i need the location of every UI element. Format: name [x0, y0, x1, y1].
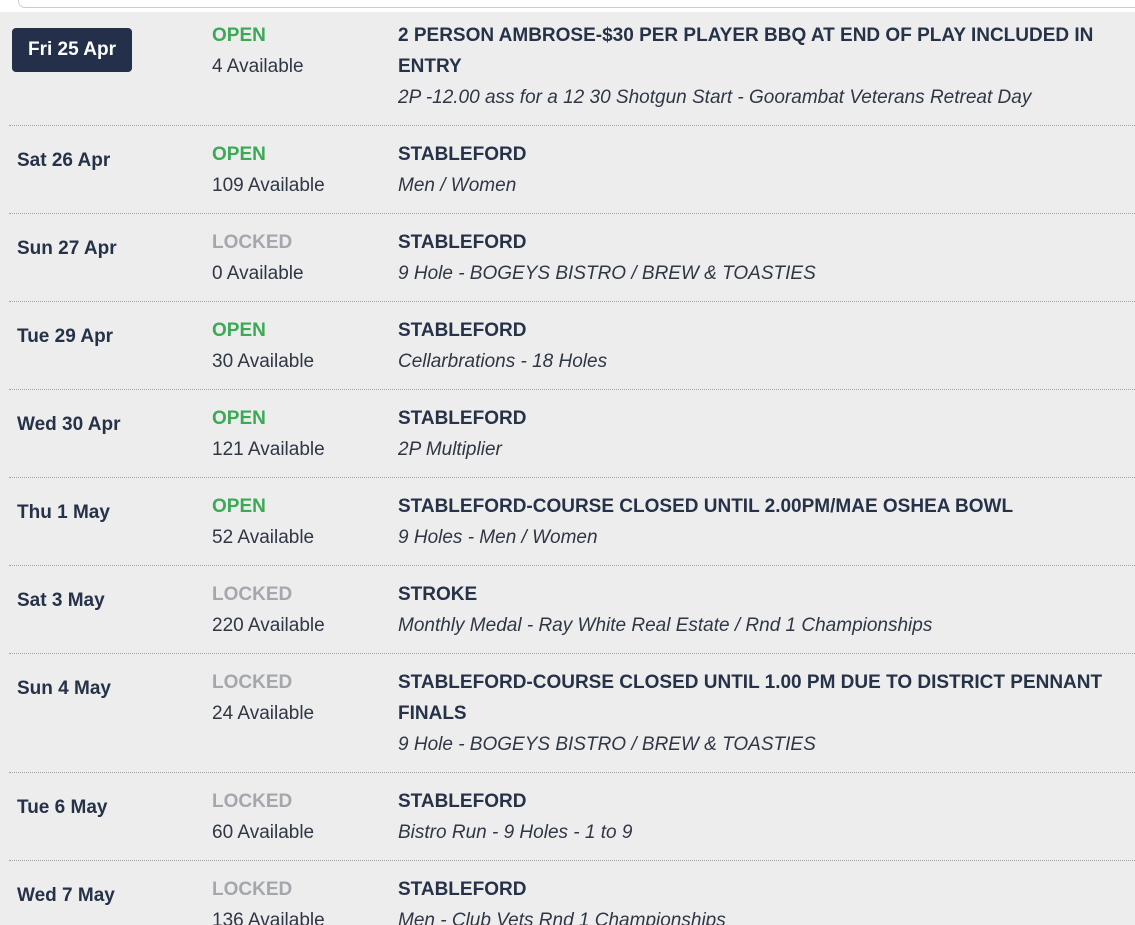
availability-count: 121 Available [212, 439, 325, 460]
date-label[interactable]: Sun 4 May [9, 676, 111, 701]
competition-row[interactable]: Sat 26 Apr OPEN 109 Available STABLEFORD… [9, 126, 1135, 214]
availability-count: 24 Available [212, 703, 315, 724]
competition-row[interactable]: Wed 7 May LOCKED 136 Available STABLEFOR… [9, 861, 1135, 925]
event-title[interactable]: STABLEFORD [398, 874, 1128, 905]
event-subtitle: 9 Holes - Men / Women [398, 527, 598, 548]
competition-row[interactable]: Sun 27 Apr LOCKED 0 Available STABLEFORD… [9, 214, 1135, 302]
date-cell: Wed 7 May [9, 883, 199, 908]
competition-row[interactable]: Fri 25 Apr OPEN 4 Available 2 PERSON AMB… [9, 14, 1135, 126]
date-cell: Sun 27 Apr [9, 236, 199, 261]
competition-list: Fri 25 Apr OPEN 4 Available 2 PERSON AMB… [9, 14, 1135, 925]
availability-count: 4 Available [212, 56, 304, 77]
status-cell: LOCKED 0 Available [212, 227, 392, 289]
event-subtitle: Bistro Run - 9 Holes - 1 to 9 [398, 822, 633, 843]
event-cell: STABLEFORD 2P Multiplier [398, 403, 1128, 465]
status-cell: OPEN 109 Available [212, 139, 392, 201]
event-cell: STABLEFORD Cellarbrations - 18 Holes [398, 315, 1128, 377]
status-label: LOCKED [212, 791, 293, 812]
date-cell: Tue 29 Apr [9, 324, 199, 349]
event-title[interactable]: STABLEFORD [398, 139, 1128, 170]
status-cell: OPEN 4 Available [212, 20, 392, 82]
status-label: OPEN [212, 408, 266, 429]
date-label[interactable]: Tue 6 May [9, 795, 107, 820]
date-label[interactable]: Wed 7 May [9, 883, 115, 908]
availability-count: 109 Available [212, 175, 325, 196]
event-title[interactable]: STROKE [398, 579, 1128, 610]
date-label[interactable]: Sat 26 Apr [9, 148, 110, 173]
event-cell: STROKE Monthly Medal - Ray White Real Es… [398, 579, 1128, 641]
event-cell: STABLEFORD-COURSE CLOSED UNTIL 2.00PM/MA… [398, 491, 1128, 553]
event-cell: 2 PERSON AMBROSE-$30 PER PLAYER BBQ AT E… [398, 20, 1128, 113]
competition-row[interactable]: Thu 1 May OPEN 52 Available STABLEFORD-C… [9, 478, 1135, 566]
top-bar [0, 0, 1135, 12]
event-subtitle: Cellarbrations - 18 Holes [398, 351, 608, 372]
date-button-selected[interactable]: Fri 25 Apr [12, 28, 132, 72]
date-cell: Thu 1 May [9, 500, 199, 525]
event-subtitle: Men / Women [398, 175, 517, 196]
event-title[interactable]: STABLEFORD [398, 403, 1128, 434]
event-subtitle: 9 Hole - BOGEYS BISTRO / BREW & TOASTIES [398, 263, 816, 284]
date-cell: Sat 26 Apr [9, 148, 199, 173]
status-cell: LOCKED 24 Available [212, 667, 392, 729]
status-label: LOCKED [212, 672, 293, 693]
event-subtitle: 2P Multiplier [398, 439, 502, 460]
status-label: OPEN [212, 320, 266, 341]
event-title[interactable]: STABLEFORD-COURSE CLOSED UNTIL 2.00PM/MA… [398, 491, 1128, 522]
date-label[interactable]: Sun 27 Apr [9, 236, 117, 261]
event-cell: STABLEFORD Men / Women [398, 139, 1128, 201]
event-title[interactable]: 2 PERSON AMBROSE-$30 PER PLAYER BBQ AT E… [398, 20, 1128, 82]
event-subtitle: Men - Club Vets Rnd 1 Championships [398, 910, 726, 925]
competition-row[interactable]: Sat 3 May LOCKED 220 Available STROKE Mo… [9, 566, 1135, 654]
date-label[interactable]: Tue 29 Apr [9, 324, 113, 349]
top-bar-edge [18, 0, 1135, 8]
status-cell: OPEN 52 Available [212, 491, 392, 553]
event-cell: STABLEFORD 9 Hole - BOGEYS BISTRO / BREW… [398, 227, 1128, 289]
status-label: OPEN [212, 496, 266, 517]
availability-count: 52 Available [212, 527, 315, 548]
status-label: OPEN [212, 25, 266, 46]
competition-list-page: Fri 25 Apr OPEN 4 Available 2 PERSON AMB… [0, 0, 1135, 925]
event-subtitle: 2P -12.00 ass for a 12 30 Shotgun Start … [398, 87, 1032, 108]
availability-count: 30 Available [212, 351, 315, 372]
status-label: LOCKED [212, 232, 293, 253]
status-label: LOCKED [212, 879, 293, 900]
status-cell: LOCKED 220 Available [212, 579, 392, 641]
event-title[interactable]: STABLEFORD [398, 227, 1128, 258]
event-cell: STABLEFORD Men - Club Vets Rnd 1 Champio… [398, 874, 1128, 925]
status-cell: OPEN 30 Available [212, 315, 392, 377]
status-label: LOCKED [212, 584, 293, 605]
event-cell: STABLEFORD Bistro Run - 9 Holes - 1 to 9 [398, 786, 1128, 848]
date-label[interactable]: Wed 30 Apr [9, 412, 120, 437]
event-subtitle: Monthly Medal - Ray White Real Estate / … [398, 615, 933, 636]
date-cell: Sat 3 May [9, 588, 199, 613]
competition-row[interactable]: Tue 29 Apr OPEN 30 Available STABLEFORD … [9, 302, 1135, 390]
date-cell: Fri 25 Apr [9, 28, 199, 72]
status-label: OPEN [212, 144, 266, 165]
event-subtitle: 9 Hole - BOGEYS BISTRO / BREW & TOASTIES [398, 734, 816, 755]
event-title[interactable]: STABLEFORD [398, 315, 1128, 346]
date-label[interactable]: Sat 3 May [9, 588, 105, 613]
event-title[interactable]: STABLEFORD [398, 786, 1128, 817]
status-cell: OPEN 121 Available [212, 403, 392, 465]
status-cell: LOCKED 60 Available [212, 786, 392, 848]
event-cell: STABLEFORD-COURSE CLOSED UNTIL 1.00 PM D… [398, 667, 1128, 760]
date-cell: Tue 6 May [9, 795, 199, 820]
availability-count: 220 Available [212, 615, 325, 636]
date-label[interactable]: Thu 1 May [9, 500, 110, 525]
status-cell: LOCKED 136 Available [212, 874, 392, 925]
availability-count: 60 Available [212, 822, 315, 843]
date-cell: Wed 30 Apr [9, 412, 199, 437]
availability-count: 136 Available [212, 910, 325, 925]
date-cell: Sun 4 May [9, 676, 199, 701]
competition-row[interactable]: Tue 6 May LOCKED 60 Available STABLEFORD… [9, 773, 1135, 861]
competition-row[interactable]: Wed 30 Apr OPEN 121 Available STABLEFORD… [9, 390, 1135, 478]
availability-count: 0 Available [212, 263, 304, 284]
event-title[interactable]: STABLEFORD-COURSE CLOSED UNTIL 1.00 PM D… [398, 667, 1128, 729]
competition-row[interactable]: Sun 4 May LOCKED 24 Available STABLEFORD… [9, 654, 1135, 773]
